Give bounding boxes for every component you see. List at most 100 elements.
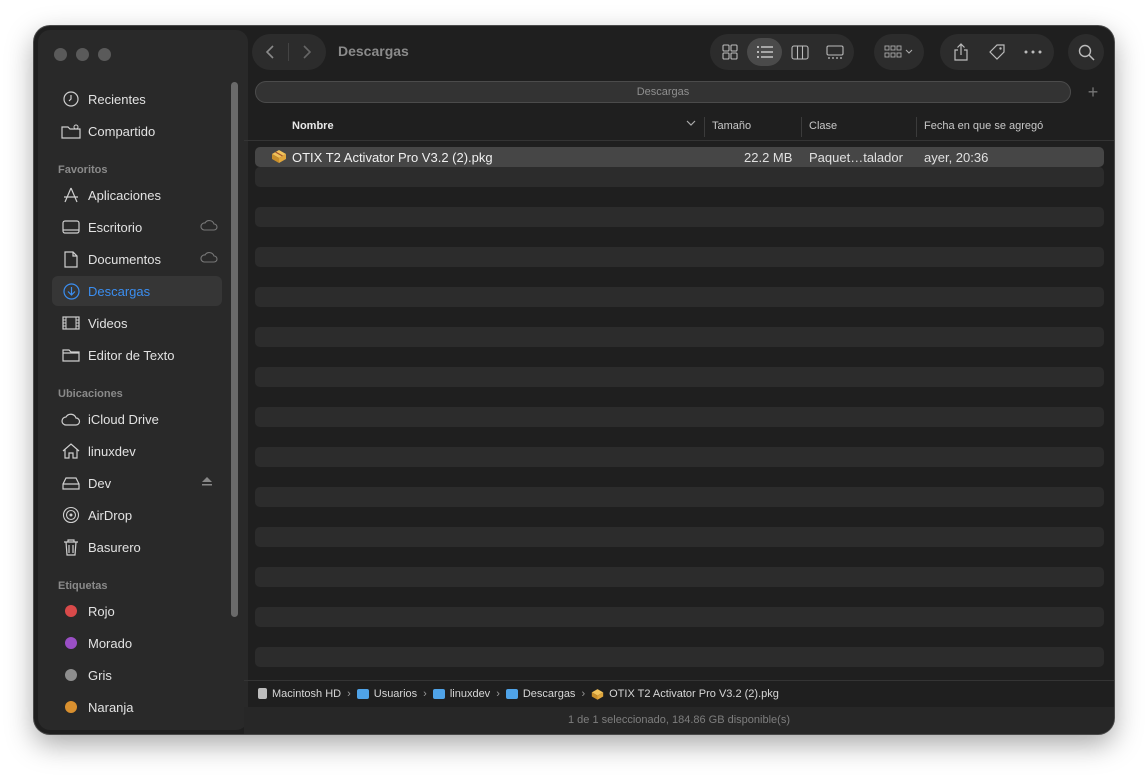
tag-color-dot — [65, 605, 77, 617]
empty-row — [255, 567, 1104, 587]
folder-icon — [60, 346, 82, 364]
clock-icon — [60, 90, 82, 108]
sidebar-tag-gris[interactable]: Gris — [52, 660, 222, 690]
sidebar-tag-morado[interactable]: Morado — [52, 628, 222, 658]
sidebar-item-label: Descargas — [88, 283, 151, 299]
sidebar-item-label: Gris — [88, 667, 112, 683]
eject-icon[interactable] — [200, 475, 216, 491]
path-bar[interactable]: Descargas — [255, 81, 1071, 103]
sidebar-tag-naranja[interactable]: Naranja — [52, 692, 222, 722]
navigation-buttons — [252, 34, 326, 70]
breadcrumb-item-macintosh-hd[interactable]: Macintosh HD — [258, 688, 341, 700]
sidebar-item-documentos[interactable]: Documentos — [52, 244, 222, 274]
status-bar: 1 de 1 seleccionado, 184.86 GB disponibl… — [244, 707, 1114, 734]
drive-icon — [60, 474, 82, 492]
sidebar-item-label: AirDrop — [88, 507, 133, 523]
breadcrumb-item-descargas[interactable]: Descargas — [505, 688, 575, 700]
list-icon — [756, 46, 773, 58]
package-icon — [271, 149, 287, 166]
grid-icon — [721, 44, 738, 60]
forward-button[interactable] — [289, 34, 325, 70]
back-button[interactable] — [252, 34, 288, 70]
sort-chevron-icon[interactable] — [686, 118, 696, 131]
file-kind: Paquet…talador — [809, 150, 903, 165]
empty-row — [255, 207, 1104, 227]
sidebar-item-linuxdev[interactable]: linuxdev — [52, 436, 222, 466]
search-icon — [1078, 44, 1095, 61]
favorites-header: Favoritos — [58, 164, 108, 176]
cloud-icon — [200, 219, 218, 235]
sidebar-item-descargas[interactable]: Descargas — [52, 276, 222, 306]
empty-row — [255, 407, 1104, 427]
share-button[interactable] — [943, 34, 979, 70]
sidebar-item-label: Videos — [88, 315, 128, 331]
sidebar-item-escritorio[interactable]: Escritorio — [52, 212, 222, 242]
trash-icon — [60, 538, 82, 556]
breadcrumb: Macintosh HD › Usuarios › linuxdev › Des… — [244, 680, 1114, 706]
chevron-right-icon — [303, 45, 312, 59]
disk-icon — [258, 688, 267, 699]
empty-row — [255, 447, 1104, 467]
search-button[interactable] — [1068, 34, 1104, 70]
sidebar-item-aplicaciones[interactable]: Aplicaciones — [52, 180, 222, 210]
sidebar-item-videos[interactable]: Videos — [52, 308, 222, 338]
minimize-window-button[interactable] — [76, 48, 89, 61]
desktop-icon — [60, 218, 82, 236]
group-by-button[interactable] — [874, 34, 924, 70]
sidebar-item-label: linuxdev — [88, 443, 136, 459]
tag-button[interactable] — [979, 34, 1015, 70]
sidebar-scrollbar[interactable] — [231, 82, 238, 617]
icon-view-button[interactable] — [712, 38, 747, 66]
airdrop-icon — [60, 506, 82, 524]
add-tab-button[interactable]: + — [1082, 81, 1104, 103]
breadcrumb-item-linuxdev[interactable]: linuxdev — [432, 688, 490, 700]
sidebar: Recientes Compartido Favoritos Aplicacio… — [38, 30, 248, 730]
columns-icon — [790, 44, 809, 60]
window-controls — [54, 48, 111, 61]
action-buttons-group — [940, 34, 1054, 70]
file-size: 22.2 MB — [744, 150, 793, 165]
list-view-button[interactable] — [747, 38, 782, 66]
close-window-button[interactable] — [54, 48, 67, 61]
film-icon — [60, 314, 82, 332]
share-icon — [954, 43, 968, 61]
sidebar-item-compartido[interactable]: Compartido — [52, 116, 222, 146]
home-icon — [60, 442, 82, 460]
breadcrumb-item-usuarios[interactable]: Usuarios — [356, 688, 417, 700]
tag-color-dot — [65, 701, 77, 713]
document-icon — [60, 250, 82, 268]
sidebar-item-recientes[interactable]: Recientes — [52, 84, 222, 114]
empty-row — [255, 327, 1104, 347]
sidebar-item-label: Recientes — [88, 91, 146, 107]
sidebar-item-dev[interactable]: Dev — [52, 468, 222, 498]
more-button[interactable] — [1015, 34, 1051, 70]
file-row[interactable]: OTIX T2 Activator Pro V3.2 (2).pkg 22.2 … — [255, 147, 1104, 167]
column-kind[interactable]: Clase — [809, 120, 837, 132]
empty-row — [255, 607, 1104, 627]
empty-row — [255, 647, 1104, 667]
column-name[interactable]: Nombre — [292, 120, 334, 132]
sidebar-item-editor-de-texto[interactable]: Editor de Texto — [52, 340, 222, 370]
tag-icon — [989, 44, 1005, 60]
sidebar-item-basurero[interactable]: Basurero — [52, 532, 222, 562]
empty-row — [255, 527, 1104, 547]
sidebar-item-label: iCloud Drive — [88, 411, 159, 427]
sidebar-item-airdrop[interactable]: AirDrop — [52, 500, 222, 530]
column-size[interactable]: Tamaño — [712, 120, 751, 132]
group-icon — [884, 45, 913, 58]
empty-row — [255, 287, 1104, 307]
sidebar-item-icloud-drive[interactable]: iCloud Drive — [52, 404, 222, 434]
column-date-added[interactable]: Fecha en que se agregó — [924, 120, 1043, 132]
sidebar-item-label: Naranja — [88, 699, 134, 715]
breadcrumb-item-file[interactable]: OTIX T2 Activator Pro V3.2 (2).pkg — [591, 688, 779, 700]
sidebar-item-label: Aplicaciones — [88, 187, 161, 203]
folder-icon — [505, 688, 518, 699]
zoom-window-button[interactable] — [98, 48, 111, 61]
file-name: OTIX T2 Activator Pro V3.2 (2).pkg — [292, 150, 493, 165]
sidebar-item-label: Basurero — [88, 539, 141, 555]
sidebar-tag-rojo[interactable]: Rojo — [52, 596, 222, 626]
tag-color-dot — [65, 669, 77, 681]
column-view-button[interactable] — [782, 38, 817, 66]
locations-header: Ubicaciones — [58, 388, 123, 400]
gallery-view-button[interactable] — [817, 38, 852, 66]
